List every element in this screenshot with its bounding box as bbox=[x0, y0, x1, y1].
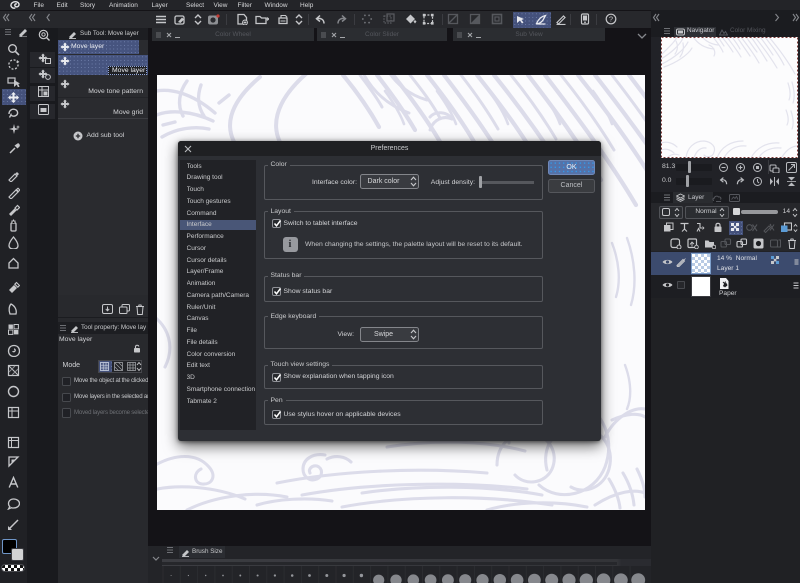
svg-text:?: ? bbox=[609, 14, 613, 23]
